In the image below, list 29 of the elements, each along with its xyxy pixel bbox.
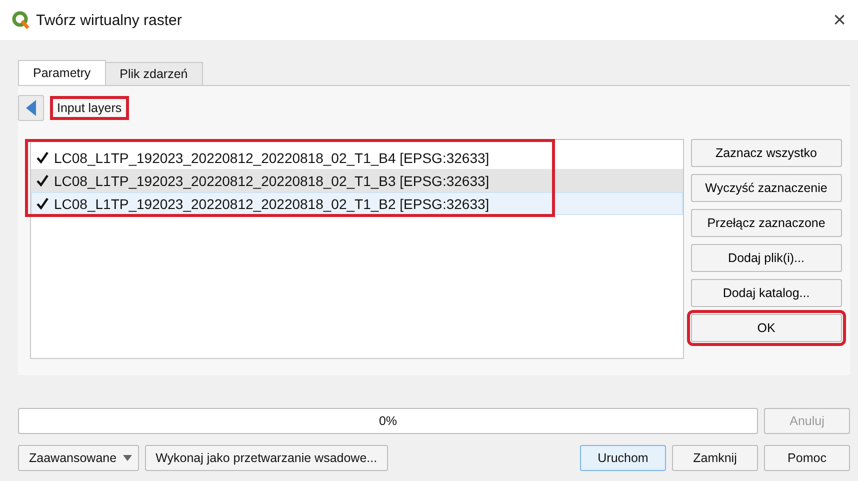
checkbox[interactable] [35, 196, 49, 210]
layer-item[interactable]: LC08_L1TP_192023_20220812_20220818_02_T1_B4 [EPSG:32633] [31, 146, 683, 169]
dialog-button[interactable]: Uruchom [580, 445, 666, 471]
tab[interactable]: Parametry [18, 60, 106, 85]
checkbox[interactable] [35, 150, 49, 164]
back-button[interactable] [18, 95, 44, 121]
app-logo-icon [12, 11, 30, 29]
advanced-dropdown[interactable]: Zaawansowane [18, 445, 139, 471]
layer-item[interactable]: LC08_L1TP_192023_20220812_20220818_02_T1_B3 [EPSG:32633] [31, 169, 683, 192]
caret-icon [122, 455, 132, 461]
progress-reading: 0% [378, 414, 398, 428]
window-title: Twórz wirtualny raster [36, 12, 183, 28]
checkbox[interactable] [35, 174, 49, 188]
action-button[interactable]: Dodaj plik(i)... [690, 244, 842, 272]
action-button[interactable]: Przełącz zaznaczone [690, 209, 842, 237]
batch-button[interactable]: Wykonaj jako przetwarzanie wsadowe... [144, 445, 388, 471]
layer-name: LC08_L1TP_192023_20220812_20220818_02_T1_B2 [EPSG:32633] [54, 196, 490, 212]
action-button[interactable]: Dodaj katalog... [690, 279, 842, 307]
tab[interactable]: Plik zdarzeń [104, 62, 203, 85]
layer-name: LC08_L1TP_192023_20220812_20220818_02_T1_B3 [EPSG:32633] [54, 172, 490, 188]
section-label: Input layers [50, 96, 129, 120]
back-arrow-icon [25, 99, 37, 117]
dialog-button[interactable]: Zamknij [672, 445, 758, 471]
action-button[interactable]: Wyczyść zaznaczenie [690, 174, 842, 202]
close-button[interactable]: × [833, 7, 846, 33]
action-button[interactable]: Zaznacz wszystko [690, 139, 842, 167]
dialog-button[interactable]: Pomoc [764, 445, 850, 471]
layer-name: LC08_L1TP_192023_20220812_20220818_02_T1_B4 [EPSG:32633] [54, 150, 490, 166]
layer-item[interactable]: LC08_L1TP_192023_20220812_20220818_02_T1_B2 [EPSG:32633] [31, 192, 683, 215]
